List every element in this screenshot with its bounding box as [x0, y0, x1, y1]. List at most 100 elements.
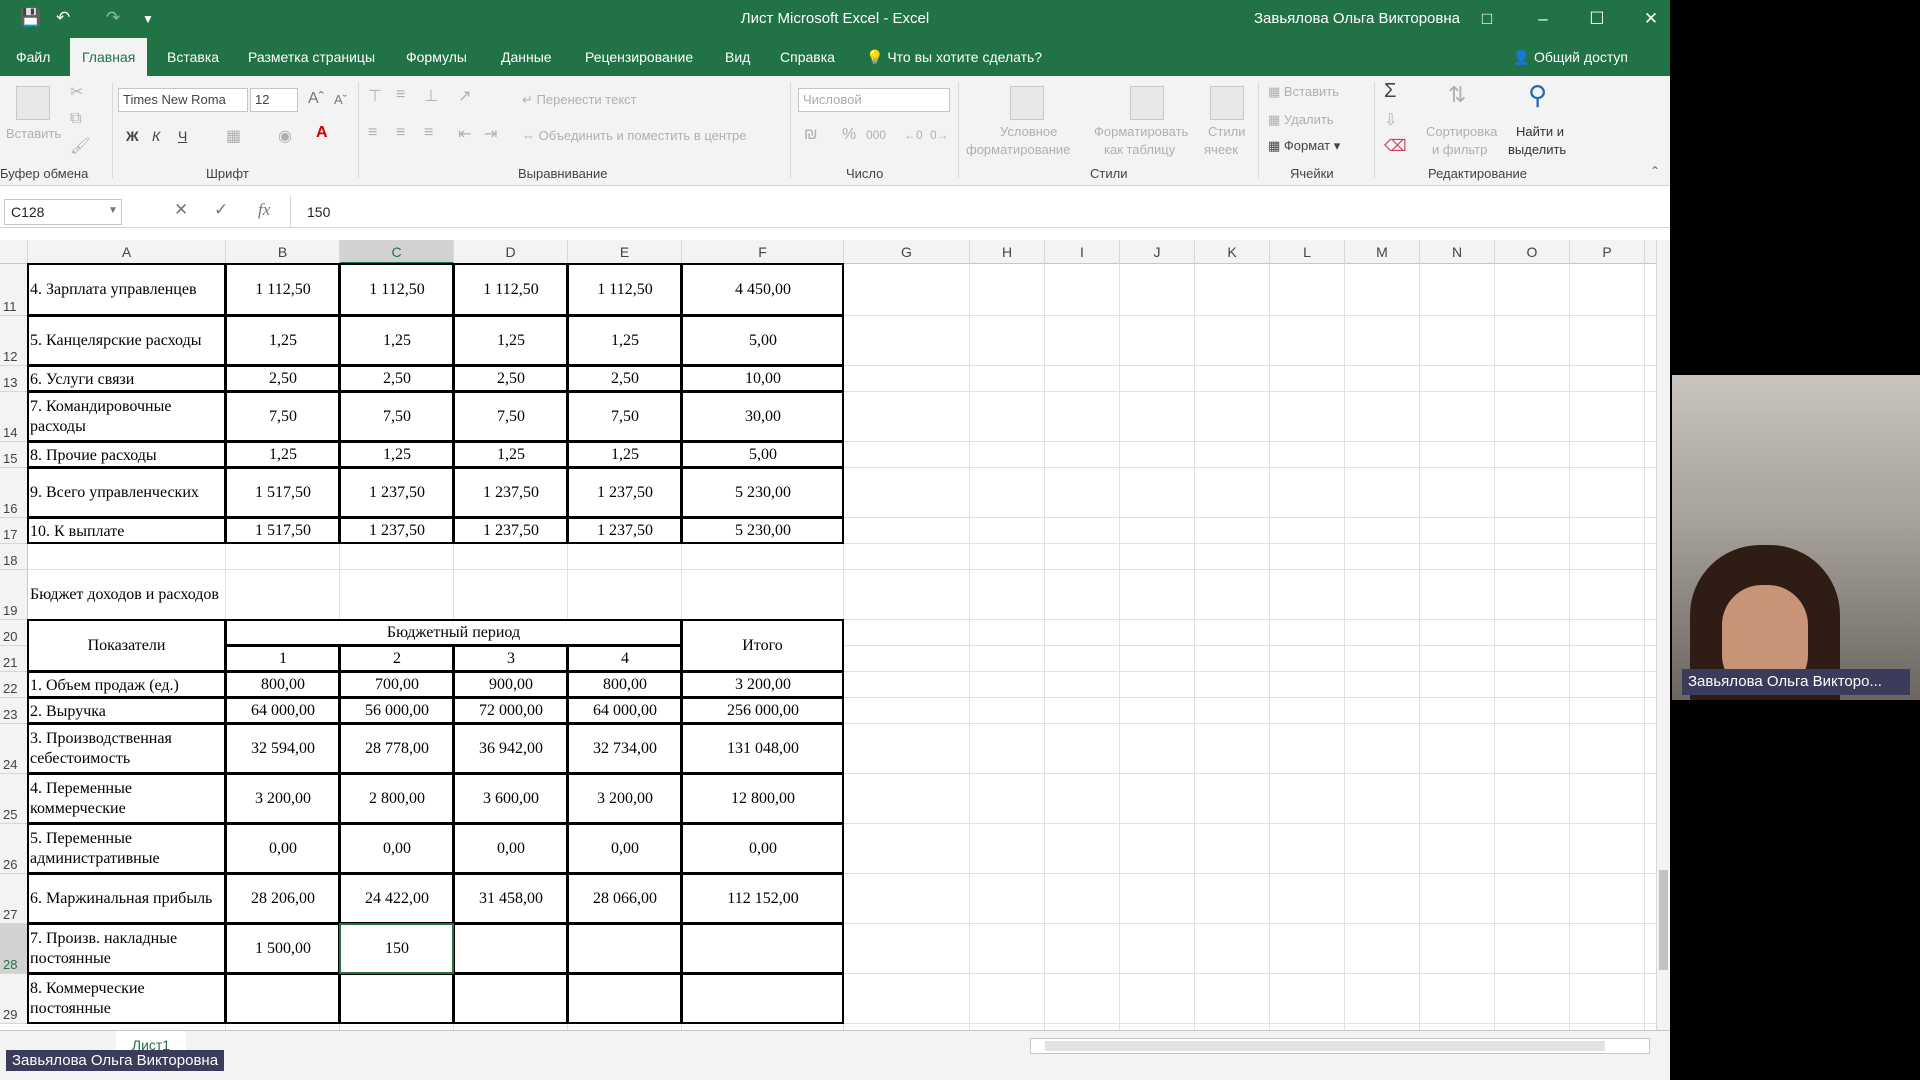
percent-icon[interactable]: % [842, 126, 856, 144]
delete-cells-button[interactable]: ▦ Удалить [1268, 112, 1334, 128]
row-header-22[interactable]: 22 [0, 672, 28, 698]
minimize-icon[interactable]: – [1530, 6, 1556, 32]
conditional-format-button[interactable]: Условное [1000, 124, 1057, 140]
worksheet-grid[interactable]: ABCDEFGHIJKLMNOP 11 12 13 14 15 16 17 18 19 20 21 2… [0, 240, 1660, 1030]
column-header-d[interactable]: D [454, 240, 568, 264]
comma-style-icon[interactable]: 000 [866, 128, 886, 142]
row-header-17[interactable]: 17 [0, 518, 28, 544]
column-header-p[interactable]: P [1570, 240, 1645, 264]
cut-icon[interactable]: ✂ [70, 82, 83, 102]
format-cells-button[interactable]: ▦ Формат ▾ [1268, 138, 1340, 154]
wrap-text-button[interactable]: ↵ Перенести текст [522, 92, 637, 108]
conditional-format-icon[interactable] [1010, 86, 1044, 120]
row-header-20[interactable]: 20 [0, 620, 28, 646]
indent-decrease-icon[interactable]: ⇤ [458, 124, 471, 144]
align-right-icon[interactable]: ≡ [424, 124, 433, 142]
share-button[interactable]: 👤 Общий доступ [1513, 38, 1628, 76]
align-bottom-icon[interactable]: ⊥ [424, 86, 438, 106]
column-header-h[interactable]: H [970, 240, 1045, 264]
sort-filter-icon[interactable]: ⇅ [1448, 82, 1466, 108]
merge-center-button[interactable]: ⇔ Объединить и поместить в центре [522, 128, 746, 144]
insert-function-icon[interactable]: fx [258, 200, 270, 220]
collapse-ribbon-icon[interactable]: ⌃ [1650, 164, 1660, 178]
tab-formulas[interactable]: Формулы [394, 38, 479, 76]
select-all-corner[interactable] [0, 240, 28, 264]
fill-icon[interactable]: ⇩ [1384, 110, 1397, 130]
tab-page-layout[interactable]: Разметка страницы [236, 38, 387, 76]
column-header-f[interactable]: F [682, 240, 844, 264]
borders-icon[interactable]: ▦ [226, 126, 241, 146]
maximize-icon[interactable]: ☐ [1584, 6, 1610, 32]
tab-data[interactable]: Данные [489, 38, 564, 76]
cancel-entry-icon[interactable]: ✕ [174, 200, 188, 220]
column-header-m[interactable]: M [1345, 240, 1420, 264]
align-top-icon[interactable]: ⊤ [368, 86, 382, 106]
name-box[interactable]: C128 [4, 199, 122, 225]
sort-filter-button[interactable]: Сортировка [1426, 124, 1497, 140]
row-header-21[interactable]: 21 [0, 646, 28, 672]
column-header-n[interactable]: N [1420, 240, 1495, 264]
column-header-e[interactable]: E [568, 240, 682, 264]
currency-icon[interactable]: ₪ [804, 126, 818, 144]
tab-insert[interactable]: Вставка [155, 38, 231, 76]
column-header-a[interactable]: A [28, 240, 226, 264]
row-header-25[interactable]: 25 [0, 774, 28, 824]
row-header-27[interactable]: 27 [0, 874, 28, 924]
row-header-14[interactable]: 14 [0, 392, 28, 442]
column-header-i[interactable]: I [1045, 240, 1120, 264]
paste-icon[interactable] [16, 86, 50, 120]
decrease-font-icon[interactable]: Aˇ [334, 92, 347, 107]
font-size-box[interactable]: 12 [250, 88, 298, 112]
row-header-26[interactable]: 26 [0, 824, 28, 874]
column-header-b[interactable]: B [226, 240, 340, 264]
fill-color-icon[interactable]: ◉ [278, 126, 292, 146]
tab-view[interactable]: Вид [713, 38, 762, 76]
row-header-24[interactable]: 24 [0, 724, 28, 774]
column-header-g[interactable]: G [844, 240, 970, 264]
tell-me-search[interactable]: 💡 Что вы хотите сделать? [866, 38, 1042, 76]
row-header-23[interactable]: 23 [0, 698, 28, 724]
cell-a19[interactable]: Бюджет доходов и расходов [28, 570, 226, 620]
row-header-18[interactable]: 18 [0, 544, 28, 570]
format-as-table-button[interactable]: Форматировать [1094, 124, 1188, 140]
paste-button[interactable]: Вставить [6, 126, 61, 142]
column-header-j[interactable]: J [1120, 240, 1195, 264]
increase-decimal-icon[interactable]: ←0 [904, 128, 923, 142]
horizontal-scroll-thumb[interactable] [1045, 1041, 1605, 1051]
row-header-13[interactable]: 13 [0, 366, 28, 392]
indent-increase-icon[interactable]: ⇥ [484, 124, 497, 144]
orientation-icon[interactable]: ↗ [458, 86, 471, 106]
column-header-o[interactable]: O [1495, 240, 1570, 264]
number-format-box[interactable]: Числовой [798, 88, 950, 112]
font-name-box[interactable]: Times New Roma [118, 88, 248, 112]
tab-home[interactable]: Главная [70, 38, 148, 76]
formula-input[interactable]: 150 [290, 196, 1650, 228]
tab-review[interactable]: Рецензирование [573, 38, 705, 76]
row-header-11[interactable]: 11 [0, 264, 28, 316]
vertical-scroll-thumb[interactable] [1659, 870, 1668, 970]
clear-icon[interactable]: ⌫ [1384, 136, 1407, 156]
close-icon[interactable]: ✕ [1638, 6, 1664, 32]
cell-styles-button[interactable]: Стили [1208, 124, 1245, 140]
row-header-28[interactable]: 28 [0, 924, 28, 974]
italic-button[interactable]: К [152, 128, 160, 144]
column-header-c[interactable]: C [340, 240, 454, 264]
underline-button[interactable]: Ч [178, 128, 187, 144]
row-header-15[interactable]: 15 [0, 442, 28, 468]
align-center-icon[interactable]: ≡ [396, 124, 405, 142]
row-header-29[interactable]: 29 [0, 974, 28, 1024]
row-header-19[interactable]: 19 [0, 570, 28, 620]
horizontal-scrollbar[interactable] [1030, 1038, 1650, 1054]
autosum-icon[interactable]: Σ [1384, 80, 1396, 103]
tab-file[interactable]: Файл [4, 38, 62, 76]
column-header-k[interactable]: K [1195, 240, 1270, 264]
name-box-dropdown-icon[interactable]: ▼ [108, 205, 118, 216]
vertical-scrollbar[interactable] [1656, 240, 1670, 1030]
copy-icon[interactable]: ⧉ [70, 110, 81, 128]
ribbon-display-icon[interactable]: □ [1474, 6, 1500, 32]
font-color-icon[interactable]: A [316, 124, 328, 142]
column-header-l[interactable]: L [1270, 240, 1345, 264]
format-as-table-icon[interactable] [1130, 86, 1164, 120]
cell-styles-icon[interactable] [1210, 86, 1244, 120]
align-middle-icon[interactable]: ≡ [396, 86, 405, 104]
